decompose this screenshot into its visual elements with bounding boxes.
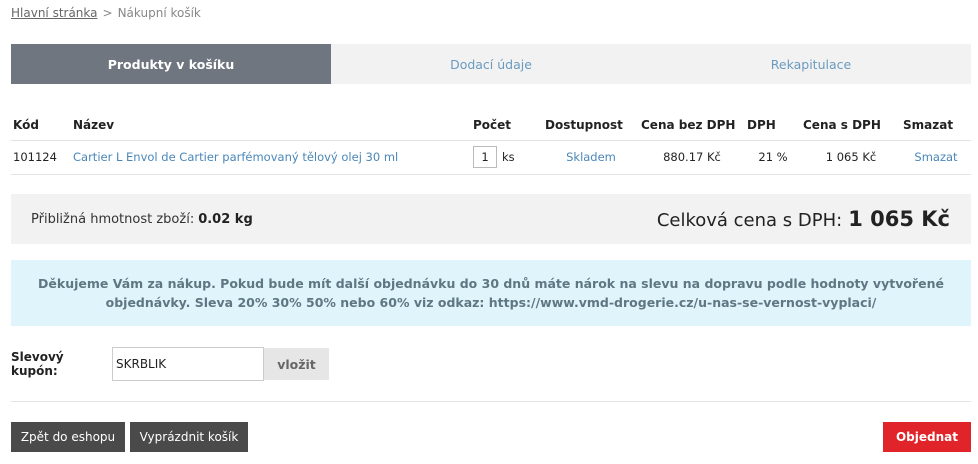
- total-label: Celková cena s DPH:: [656, 210, 843, 231]
- availability-link[interactable]: Skladem: [566, 150, 616, 164]
- header-delete: Smazat: [901, 110, 971, 141]
- header-code: Kód: [11, 110, 71, 141]
- order-button[interactable]: Objednat: [883, 422, 971, 452]
- breadcrumb: Hlavní stránka > Nákupní košík: [11, 6, 201, 20]
- row-total: 1 065 Kč: [801, 140, 901, 175]
- step-summary[interactable]: Rekapitulace: [651, 44, 971, 84]
- delete-item-link[interactable]: Smazat: [914, 150, 957, 164]
- weight-value: 0.02 kg: [198, 211, 253, 227]
- row-code: 101124: [11, 140, 71, 175]
- apply-coupon-button[interactable]: vložit: [264, 348, 329, 380]
- header-price: Cena bez DPH: [639, 110, 745, 141]
- header-availability: Dostupnost: [543, 110, 639, 141]
- step-delivery-details[interactable]: Dodací údaje: [331, 44, 651, 84]
- header-vat: DPH: [745, 110, 801, 141]
- row-price: 880.17 Kč: [639, 140, 745, 175]
- product-name-link[interactable]: Cartier L Envol de Cartier parfémovaný t…: [73, 150, 398, 164]
- table-row: 101124 Cartier L Envol de Cartier parfém…: [11, 140, 971, 175]
- quantity-input[interactable]: 1: [473, 146, 497, 168]
- breadcrumb-current: Nákupní košík: [117, 6, 201, 20]
- coupon-section: Slevový kupón: vložit: [11, 347, 329, 381]
- empty-cart-button[interactable]: Vyprázdnit košík: [130, 422, 248, 452]
- breadcrumb-home-link[interactable]: Hlavní stránka: [11, 6, 98, 20]
- quantity-unit: ks: [502, 150, 515, 164]
- divider: [11, 401, 971, 402]
- header-qty: Počet: [471, 110, 543, 141]
- coupon-label: Slevový kupón:: [11, 350, 64, 378]
- cart-table: Kód Název Počet Dostupnost Cena bez DPH …: [11, 110, 971, 175]
- loyalty-notice: Děkujeme Vám za nákup. Pokud bude mít da…: [11, 260, 971, 326]
- total-info: Celková cena s DPH: 1 065 Kč: [657, 207, 950, 231]
- weight-info: Přibližná hmotnost zboží: 0.02 kg: [31, 212, 253, 227]
- breadcrumb-separator: >: [102, 6, 113, 20]
- header-name: Název: [71, 110, 471, 141]
- cart-table-header: Kód Název Počet Dostupnost Cena bez DPH …: [11, 110, 971, 141]
- step-products-in-cart[interactable]: Produkty v košíku: [11, 44, 331, 84]
- back-to-shop-button[interactable]: Zpět do eshopu: [11, 422, 125, 452]
- weight-label: Přibližná hmotnost zboží:: [31, 211, 195, 227]
- cart-summary: Přibližná hmotnost zboží: 0.02 kg Celková…: [11, 194, 971, 244]
- row-vat: 21 %: [745, 140, 801, 175]
- total-value: 1 065 Kč: [848, 207, 950, 231]
- header-total: Cena s DPH: [801, 110, 901, 141]
- coupon-input[interactable]: [112, 347, 264, 381]
- checkout-steps: Produkty v košíku Dodací údaje Rekapitul…: [11, 44, 971, 84]
